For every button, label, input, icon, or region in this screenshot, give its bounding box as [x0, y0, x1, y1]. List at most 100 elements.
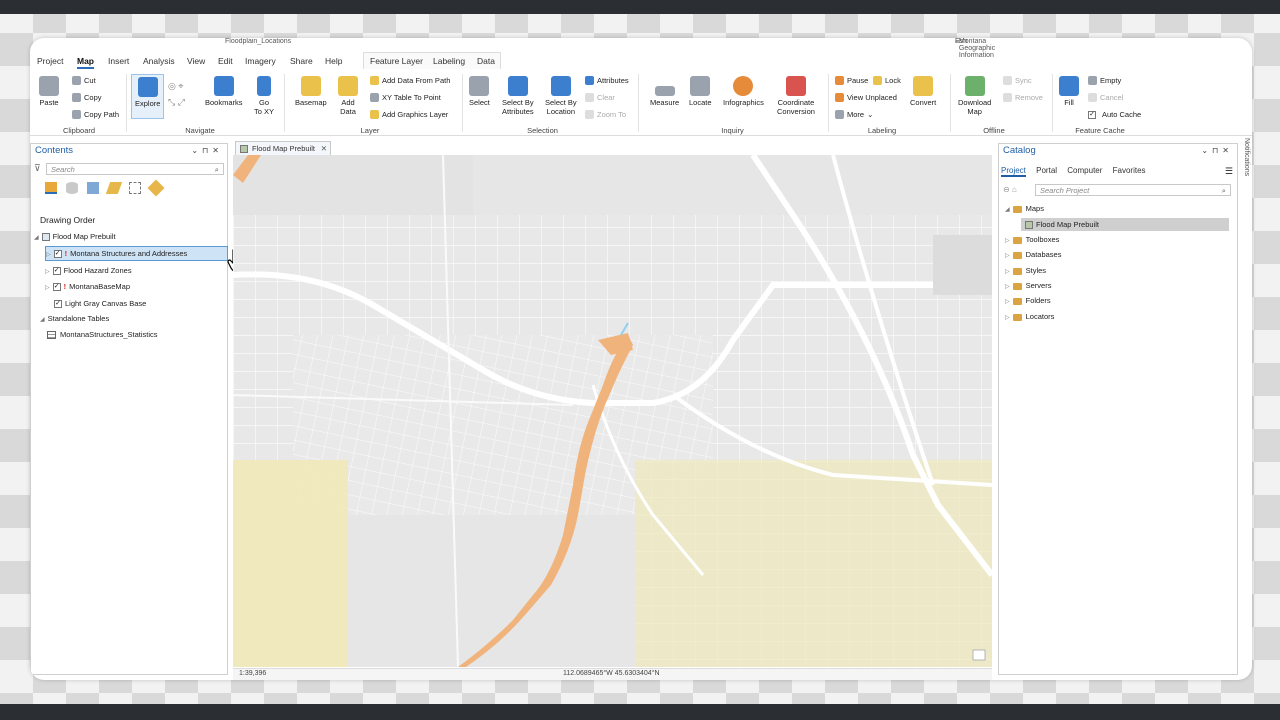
- add-data-from-path-button[interactable]: Add Data From Path: [370, 76, 450, 85]
- layer-visibility-checkbox[interactable]: ✓: [52, 267, 61, 276]
- tab-view[interactable]: View: [187, 53, 205, 69]
- select-by-attributes-button[interactable]: Select By Attributes: [502, 76, 534, 116]
- coordinate-conversion-button[interactable]: Coordinate Conversion: [777, 76, 815, 116]
- notifications-tab[interactable]: Notifications: [1236, 138, 1250, 238]
- standalone-tables-node[interactable]: ◢ Standalone Tables: [40, 314, 109, 323]
- zoom-to-selection-button[interactable]: Zoom To: [585, 110, 626, 119]
- catalog-map-item[interactable]: Flood Map Prebuilt: [1021, 218, 1229, 232]
- cancel-cache-button[interactable]: Cancel: [1088, 93, 1123, 102]
- map-view-tab[interactable]: Flood Map Prebuilt ✕: [235, 141, 331, 155]
- tab-map[interactable]: Map: [77, 53, 94, 69]
- separator: [950, 74, 951, 132]
- tab-imagery[interactable]: Imagery: [245, 53, 276, 69]
- data-source-icon[interactable]: [66, 182, 78, 194]
- binoculars-icon: [690, 76, 711, 96]
- catalog-search-input[interactable]: Search Project ⌕: [1035, 184, 1231, 196]
- selection-group-label: Selection: [527, 126, 558, 135]
- catalog-item[interactable]: ▷ Toolboxes: [1005, 235, 1059, 244]
- view-unplaced-button[interactable]: View Unplaced: [835, 93, 897, 102]
- servers-icon: [1012, 282, 1022, 290]
- contents-search-input[interactable]: Search ⌕: [46, 163, 224, 175]
- scale-field[interactable]: 1:39,396: [239, 670, 266, 677]
- tab-feature-layer[interactable]: Feature Layer: [370, 53, 423, 69]
- layer-visibility-checkbox[interactable]: ✓: [53, 250, 62, 259]
- catalog-maps-node[interactable]: ◢ Maps: [1005, 204, 1044, 213]
- auto-cache-checkbox[interactable]: ✓ Auto Cache: [1088, 110, 1141, 119]
- tab-share[interactable]: Share: [290, 53, 313, 69]
- add-graphics-layer-button[interactable]: Add Graphics Layer: [370, 110, 448, 119]
- tab-data[interactable]: Data: [477, 53, 495, 69]
- empty-cache-button[interactable]: Empty: [1088, 76, 1121, 85]
- cut-button[interactable]: Cut: [72, 76, 96, 85]
- table-row[interactable]: MontanaStructures_Statistics: [47, 330, 158, 340]
- catalog-item[interactable]: ▷ Servers: [1005, 281, 1051, 290]
- catalog-item[interactable]: ▷ Databases: [1005, 250, 1061, 259]
- pane-controls-icon[interactable]: ⌄⊓✕: [191, 144, 223, 158]
- filter-icon[interactable]: ⊽: [34, 163, 41, 174]
- map-canvas[interactable]: [233, 155, 992, 667]
- tab-help[interactable]: Help: [325, 53, 342, 69]
- back-icon[interactable]: ⊖ ⌂: [1003, 185, 1017, 194]
- tab-insert[interactable]: Insert: [108, 53, 129, 69]
- window-title: Floodplain_Locations: [225, 38, 292, 45]
- tab-computer[interactable]: Computer: [1067, 166, 1102, 175]
- clear-selection-button[interactable]: Clear: [585, 93, 615, 102]
- xy-table-to-point-button[interactable]: XY Table To Point: [370, 93, 441, 102]
- tab-project[interactable]: Project: [37, 53, 63, 69]
- tab-labeling[interactable]: Labeling: [433, 53, 465, 69]
- folders-icon: [1012, 297, 1022, 305]
- layer-row-selected[interactable]: ▷ ✓! Montana Structures and Addresses: [45, 246, 228, 262]
- goto-xy-button[interactable]: Go To XY: [254, 76, 274, 116]
- pause-icon: [835, 76, 844, 85]
- basemap-button[interactable]: Basemap: [295, 76, 327, 107]
- scissors-icon: [72, 76, 81, 85]
- locate-button[interactable]: Locate: [689, 76, 712, 107]
- explore-button[interactable]: Explore: [131, 74, 165, 119]
- add-data-button[interactable]: Add Data: [338, 76, 358, 116]
- convert-button[interactable]: Convert: [910, 76, 936, 107]
- navigate-group-label: Navigate: [185, 126, 215, 135]
- map-svg[interactable]: [233, 155, 992, 667]
- remove-offline-button[interactable]: Remove: [1003, 93, 1043, 102]
- measure-button[interactable]: Measure: [650, 76, 679, 107]
- tab-project[interactable]: Project: [1001, 166, 1026, 177]
- download-map-button[interactable]: Download Map: [958, 76, 991, 116]
- layer-row[interactable]: ✓ Light Gray Canvas Base: [54, 299, 146, 309]
- infographics-button[interactable]: Infographics: [723, 76, 764, 107]
- editing-icon[interactable]: [105, 182, 123, 194]
- lock-labeling-button[interactable]: Lock: [873, 76, 901, 85]
- menu-icon[interactable]: ☰: [1225, 166, 1233, 177]
- copy-button[interactable]: Copy: [72, 93, 102, 102]
- tab-favorites[interactable]: Favorites: [1113, 166, 1146, 175]
- pane-controls-icon[interactable]: ⌄⊓✕: [1201, 144, 1233, 158]
- attributes-button[interactable]: Attributes: [585, 76, 629, 85]
- bookmarks-button[interactable]: Bookmarks: [205, 76, 243, 107]
- layer-row[interactable]: ▷ ✓! MontanaBaseMap: [45, 282, 130, 292]
- catalog-item[interactable]: ▷ Folders: [1005, 296, 1051, 305]
- pause-labeling-button[interactable]: Pause: [835, 76, 868, 85]
- tab-analysis[interactable]: Analysis: [143, 53, 175, 69]
- copy-path-button[interactable]: Copy Path: [72, 110, 119, 119]
- select-button[interactable]: Select: [469, 76, 490, 107]
- tab-portal[interactable]: Portal: [1036, 166, 1057, 175]
- fill-cache-button[interactable]: Fill: [1059, 76, 1079, 107]
- paste-button[interactable]: Paste: [39, 76, 59, 107]
- snapping-icon[interactable]: [129, 182, 141, 194]
- catalog-item[interactable]: ▷ Styles: [1005, 266, 1046, 275]
- labeling-icon[interactable]: [147, 179, 165, 197]
- selection-icon[interactable]: [87, 182, 99, 194]
- fill-icon: [1059, 76, 1079, 96]
- zoom-tools-icon[interactable]: ◎ ⌖ ⤡ ⤢: [168, 78, 198, 114]
- labeling-group-label: Labeling: [867, 126, 897, 135]
- sync-button[interactable]: Sync: [1003, 76, 1032, 85]
- catalog-item[interactable]: ▷ Locators: [1005, 312, 1054, 321]
- layer-visibility-checkbox[interactable]: ✓: [52, 283, 61, 292]
- drawing-order-icon[interactable]: [45, 182, 57, 194]
- layer-row[interactable]: ▷ ✓ Flood Hazard Zones: [45, 266, 132, 276]
- map-node[interactable]: ◢ Flood Map Prebuilt: [34, 232, 116, 242]
- close-icon[interactable]: ✕: [321, 142, 327, 155]
- more-labeling-button[interactable]: More ⌄: [835, 110, 873, 119]
- select-by-location-button[interactable]: Select By Location: [545, 76, 577, 116]
- layer-visibility-checkbox[interactable]: ✓: [54, 300, 62, 309]
- tab-edit[interactable]: Edit: [218, 53, 233, 69]
